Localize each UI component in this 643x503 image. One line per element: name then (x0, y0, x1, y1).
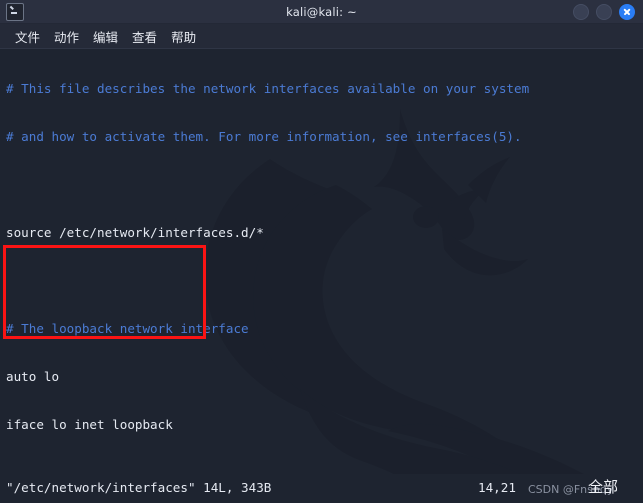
terminal-line: # The loopback network interface (6, 321, 249, 336)
terminal-window: kali@kali: ~ 文件 动作 编辑 查看 帮助 # This file … (0, 0, 643, 503)
title-bar: kali@kali: ~ (0, 0, 643, 24)
terminal-line: # and how to activate them. For more inf… (6, 129, 522, 144)
menu-item-view[interactable]: 查看 (125, 25, 164, 48)
chinese-watermark: 全部 (588, 478, 619, 496)
terminal-text: # This file describes the network interf… (6, 49, 643, 502)
menu-item-action[interactable]: 动作 (47, 25, 86, 48)
menu-item-help[interactable]: 帮助 (164, 25, 203, 48)
window-title: kali@kali: ~ (286, 4, 357, 19)
terminal-line: source /etc/network/interfaces.d/* (6, 225, 264, 240)
minimize-button[interactable] (573, 3, 589, 20)
close-button[interactable] (619, 3, 635, 20)
maximize-button[interactable] (596, 3, 612, 20)
terminal-line: auto lo (6, 369, 60, 384)
vim-status-bar: "/etc/network/interfaces" 14L, 343B 14,2… (0, 474, 643, 502)
terminal-line: # This file describes the network interf… (6, 81, 530, 96)
menu-item-edit[interactable]: 编辑 (86, 25, 125, 48)
terminal-icon (6, 2, 24, 21)
menu-item-file[interactable]: 文件 (8, 25, 47, 48)
status-cursor-position: 14,21 (478, 480, 516, 495)
terminal-line: iface lo inet loopback (6, 417, 173, 432)
status-file-info: "/etc/network/interfaces" 14L, 343B (6, 480, 272, 495)
menu-bar: 文件 动作 编辑 查看 帮助 (0, 24, 643, 49)
window-controls (573, 3, 643, 20)
terminal-body[interactable]: # This file describes the network interf… (0, 49, 643, 502)
